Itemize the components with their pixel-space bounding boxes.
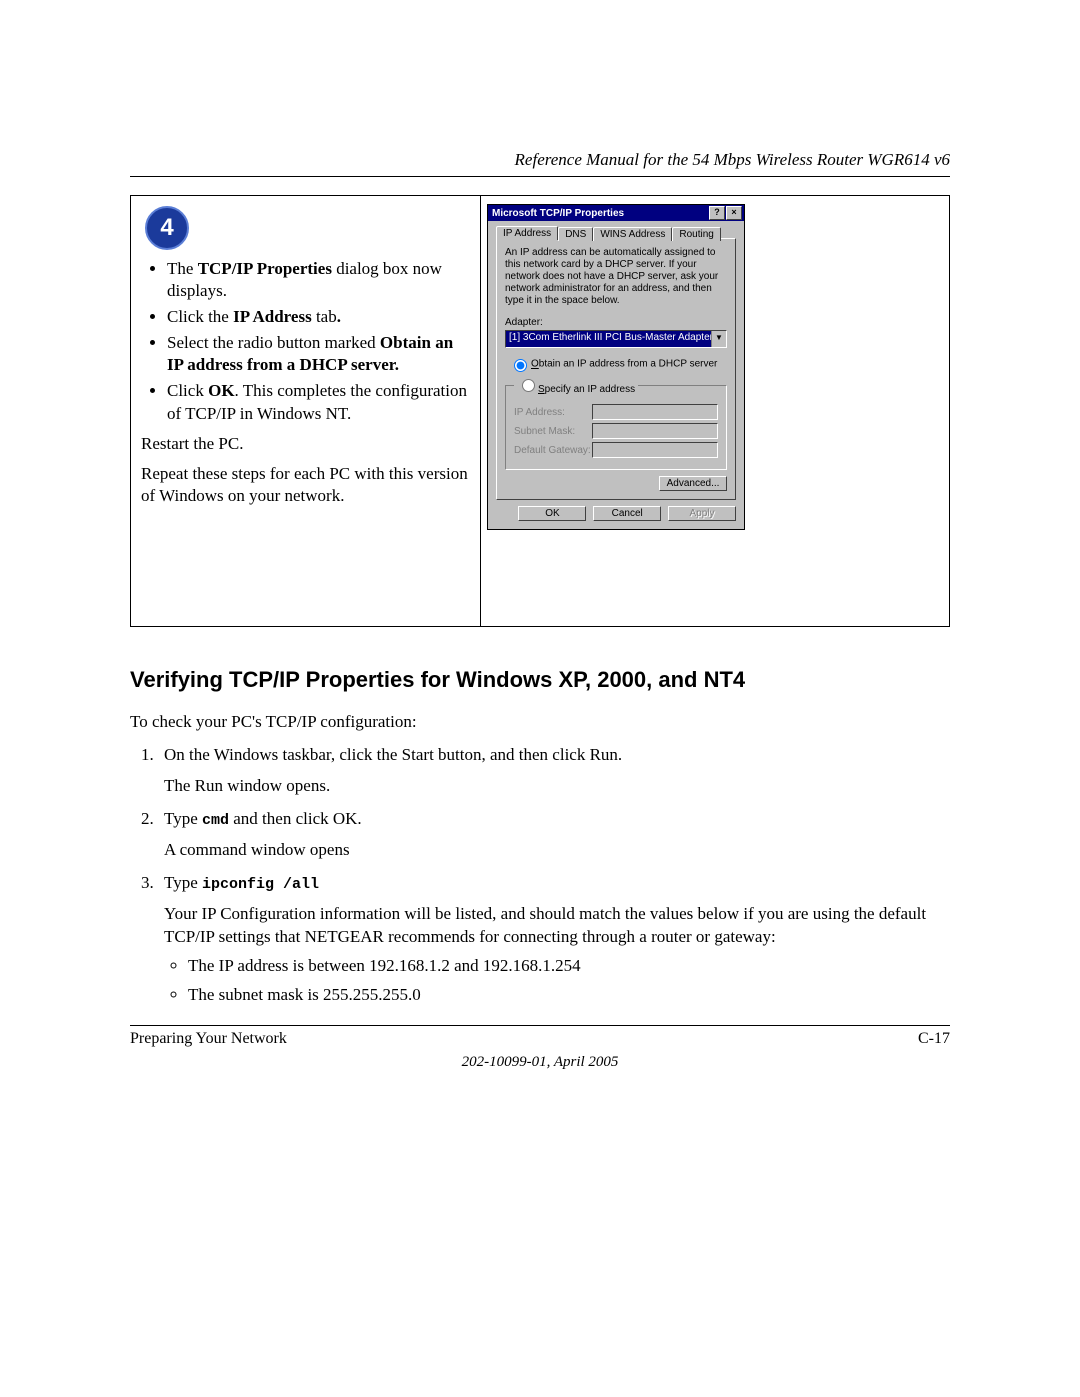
footer-page-number: C-17 bbox=[918, 1030, 950, 1048]
footer-section-name: Preparing Your Network bbox=[130, 1030, 287, 1048]
advanced-button[interactable]: Advanced... bbox=[659, 476, 727, 491]
adapter-combobox[interactable]: [1] 3Com Etherlink III PCI Bus-Master Ad… bbox=[505, 330, 727, 348]
dialog-info-text: An IP address can be automatically assig… bbox=[505, 247, 727, 307]
section-heading: Verifying TCP/IP Properties for Windows … bbox=[130, 667, 950, 693]
header-rule bbox=[130, 176, 950, 177]
tab-routing[interactable]: Routing bbox=[672, 227, 720, 241]
subnet-mask-label: Subnet Mask: bbox=[514, 426, 592, 437]
step-number-badge: 4 bbox=[145, 206, 189, 250]
instruction-item: Select the radio button marked Obtain an… bbox=[167, 332, 470, 376]
radio-specify-ip[interactable]: Specify an IP address bbox=[514, 376, 638, 395]
result-item: The IP address is between 192.168.1.2 an… bbox=[188, 955, 950, 978]
apply-button[interactable]: Apply bbox=[668, 506, 736, 521]
step-row: 4 The TCP/IP Properties dialog box now d… bbox=[130, 195, 950, 627]
subnet-mask-field bbox=[592, 423, 718, 439]
footer-doc-id: 202-10099-01, April 2005 bbox=[130, 1054, 950, 1071]
tab-panel: An IP address can be automatically assig… bbox=[496, 238, 736, 500]
dialog-title: Microsoft TCP/IP Properties bbox=[490, 208, 708, 219]
radio-specify-ip-input[interactable] bbox=[522, 379, 535, 392]
dialog-tabs: IP Address DNS WINS Address Routing bbox=[496, 225, 736, 239]
tab-wins[interactable]: WINS Address bbox=[593, 227, 672, 241]
radio-obtain-dhcp-input[interactable] bbox=[514, 359, 527, 372]
chevron-down-icon[interactable]: ▼ bbox=[711, 331, 726, 347]
cancel-button[interactable]: Cancel bbox=[593, 506, 661, 521]
instruction-para: Restart the PC. bbox=[141, 433, 470, 455]
result-item: The subnet mask is 255.255.255.0 bbox=[188, 984, 950, 1007]
step-item: Type cmd and then click OK. A command wi… bbox=[158, 808, 950, 862]
step-item: On the Windows taskbar, click the Start … bbox=[158, 744, 950, 798]
section-intro: To check your PC's TCP/IP configuration: bbox=[130, 711, 950, 734]
running-header: Reference Manual for the 54 Mbps Wireles… bbox=[130, 150, 950, 170]
specify-ip-group: Specify an IP address IP Address: Subnet… bbox=[505, 376, 727, 470]
tab-dns[interactable]: DNS bbox=[558, 227, 593, 241]
step-item: Type ipconfig /all Your IP Configuration… bbox=[158, 872, 950, 1007]
screenshot-cell: Microsoft TCP/IP Properties ? × IP Addre… bbox=[481, 196, 949, 626]
default-gateway-field bbox=[592, 442, 718, 458]
instruction-item: Click OK. This completes the configurati… bbox=[167, 380, 470, 424]
tab-ip-address[interactable]: IP Address bbox=[496, 226, 558, 240]
ip-address-label: IP Address: bbox=[514, 407, 592, 418]
radio-obtain-dhcp[interactable]: Obtain an IP address from a DHCP server bbox=[509, 356, 727, 372]
step-instructions-cell: 4 The TCP/IP Properties dialog box now d… bbox=[131, 196, 481, 626]
ok-button[interactable]: OK bbox=[518, 506, 586, 521]
adapter-selected: [1] 3Com Etherlink III PCI Bus-Master Ad… bbox=[506, 331, 711, 347]
footer-rule bbox=[130, 1025, 950, 1026]
default-gateway-label: Default Gateway: bbox=[514, 445, 592, 456]
ip-address-field bbox=[592, 404, 718, 420]
dialog-titlebar[interactable]: Microsoft TCP/IP Properties ? × bbox=[488, 205, 744, 221]
close-button[interactable]: × bbox=[726, 206, 742, 220]
instruction-item: Click the IP Address tab. bbox=[167, 306, 470, 328]
tcpip-properties-dialog: Microsoft TCP/IP Properties ? × IP Addre… bbox=[487, 204, 745, 530]
instruction-para: Repeat these steps for each PC with this… bbox=[141, 463, 470, 507]
instruction-item: The TCP/IP Properties dialog box now dis… bbox=[167, 258, 470, 302]
adapter-label: Adapter: bbox=[505, 317, 727, 328]
help-button[interactable]: ? bbox=[709, 206, 725, 220]
